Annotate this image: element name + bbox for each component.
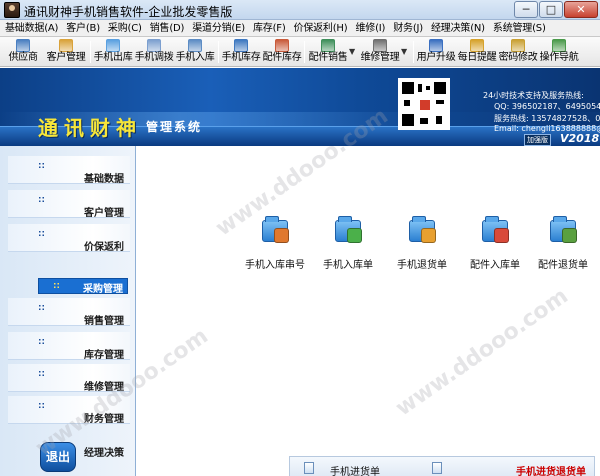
grid-dots-icon xyxy=(38,162,45,169)
qr-logo xyxy=(418,98,432,112)
toolbar-supplier-button[interactable]: 供应商 xyxy=(6,38,40,66)
phone-stock-icon xyxy=(234,39,248,52)
hotline-heading: 24小时技术支持及服务热线: xyxy=(483,91,584,100)
parts-inbound-order-icon xyxy=(480,214,510,244)
close-button[interactable]: ✕ xyxy=(564,1,598,18)
quick-links-panel: 手机进货单 手机进货退货单 xyxy=(289,456,595,476)
phone-return-order-button[interactable]: 手机退货单 xyxy=(390,214,454,271)
toolbar-phone-transfer-button[interactable]: 手机调拨 xyxy=(134,38,174,66)
sidebar-item-purchase[interactable]: 采购管理 xyxy=(38,278,128,295)
title-bar: 通讯财神手机销售软件-企业批发零售版 ─ □ ✕ xyxy=(0,0,600,20)
menu-sales[interactable]: 销售(D) xyxy=(147,20,188,36)
menu-price-rebate[interactable]: 价保返利(H) xyxy=(291,20,351,36)
qq-number: QQ: 396502187、649505444 xyxy=(494,102,600,111)
menu-system-management[interactable]: 系统管理(S) xyxy=(490,20,549,36)
toolbar-separator xyxy=(90,41,91,63)
phone-purchase-return-link[interactable]: 手机进货退货单 xyxy=(516,463,586,476)
supplier-icon xyxy=(16,39,30,52)
version-label: V2018 xyxy=(560,132,600,145)
menu-repair[interactable]: 维修(I) xyxy=(352,20,388,36)
toolbar-navigation-button[interactable]: 操作导航 xyxy=(539,38,579,66)
maximize-button[interactable]: □ xyxy=(539,1,563,18)
sidebar-item-inventory[interactable]: 库存管理 xyxy=(8,332,130,361)
grid-dots-icon xyxy=(38,402,45,409)
grid-dots-icon xyxy=(38,230,45,237)
toolbar-phone-stock-button[interactable]: 手机库存 xyxy=(221,38,261,66)
grid-dots-icon xyxy=(38,370,45,377)
repair-icon xyxy=(373,39,387,52)
toolbar-upgrade-button[interactable]: 用户升级 xyxy=(416,38,456,66)
customer-icon xyxy=(59,39,73,52)
upgrade-icon xyxy=(429,39,443,52)
minimize-button[interactable]: ─ xyxy=(514,1,538,18)
exit-button[interactable]: 退出 xyxy=(40,442,76,472)
toolbar-phone-in-button[interactable]: 手机入库 xyxy=(175,38,215,66)
logo-subtitle: 管理系统 xyxy=(146,120,203,134)
toolbar-reminder-button[interactable]: 每日提醒 xyxy=(457,38,497,66)
menu-purchase[interactable]: 采购(C) xyxy=(105,20,145,36)
menu-inventory[interactable]: 库存(F) xyxy=(250,20,289,36)
edition-badge: 加强版 xyxy=(524,134,551,146)
toolbar-customer-button[interactable]: 客户管理 xyxy=(44,38,88,66)
phone-return-order-icon xyxy=(407,214,437,244)
sidebar-item-basic-data[interactable]: 基础数据 xyxy=(8,156,130,185)
parts-return-order-button[interactable]: 配件退货单 xyxy=(531,214,595,271)
toolbar-parts-sale-button[interactable]: 配件销售 xyxy=(308,38,348,66)
phone-purchase-order-link[interactable]: 手机进货单 xyxy=(330,463,380,476)
logo-title: 通讯财神 xyxy=(38,116,142,140)
sidebar-item-price-rebate[interactable]: 价保返利 xyxy=(8,224,130,253)
sidebar-item-finance[interactable]: 财务管理 xyxy=(8,396,130,425)
document-icon xyxy=(304,462,314,474)
grid-dots-icon xyxy=(53,282,60,289)
password-icon xyxy=(511,39,525,52)
sidebar-item-customer[interactable]: 客户管理 xyxy=(8,190,130,219)
toolbar-separator xyxy=(218,41,219,63)
sidebar: 基础数据 客户管理 价保返利 采购管理 销售管理 库存管理 维修管理 财务管理 … xyxy=(0,146,136,476)
document-icon xyxy=(432,462,442,474)
grid-dots-icon xyxy=(38,338,45,345)
chevron-down-icon[interactable]: ▼ xyxy=(401,47,407,56)
phone-inbound-serial-icon xyxy=(260,214,290,244)
menu-channel-distribution[interactable]: 渠道分销(E) xyxy=(189,20,248,36)
phone-transfer-icon xyxy=(147,39,161,52)
sidebar-item-manager-decision[interactable]: 经理决策 xyxy=(84,444,124,459)
navigation-icon xyxy=(552,39,566,52)
chevron-down-icon[interactable]: ▼ xyxy=(349,47,355,56)
app-icon xyxy=(4,2,20,18)
grid-dots-icon xyxy=(38,304,45,311)
parts-stock-icon xyxy=(275,39,289,52)
parts-sale-icon xyxy=(321,39,335,52)
phone-out-icon xyxy=(106,39,120,52)
phone-inbound-serial-button[interactable]: 手机入库串号 xyxy=(243,214,307,271)
toolbar-parts-stock-button[interactable]: 配件库存 xyxy=(262,38,302,66)
reminder-icon xyxy=(470,39,484,52)
window-title: 通讯财神手机销售软件-企业批发零售版 xyxy=(24,5,233,19)
parts-inbound-order-button[interactable]: 配件入库单 xyxy=(463,214,527,271)
toolbar-phone-out-button[interactable]: 手机出库 xyxy=(93,38,133,66)
phone-inbound-order-button[interactable]: 手机入库单 xyxy=(316,214,380,271)
menu-bar: 基础数据(A) 客户(B) 采购(C) 销售(D) 渠道分销(E) 库存(F) 价保返利(H… xyxy=(0,20,600,37)
menu-customer[interactable]: 客户(B) xyxy=(63,20,103,36)
toolbar: 供应商 客户管理 手机出库 手机调拨 手机入库 手机库存 配件库存 配件销售 ▼… xyxy=(0,37,600,67)
main-content: 手机入库串号 手机入库单 手机退货单 配件入库单 配件退货单 手机进货单 手机进… xyxy=(137,146,600,476)
phone-inbound-order-icon xyxy=(333,214,363,244)
toolbar-password-button[interactable]: 密码修改 xyxy=(498,38,538,66)
toolbar-repair-button[interactable]: 维修管理 xyxy=(360,38,400,66)
qr-code xyxy=(398,78,450,130)
sidebar-item-sales[interactable]: 销售管理 xyxy=(8,298,130,327)
service-hotline: 服务热线: 13574827528、073 xyxy=(494,114,600,123)
parts-return-order-icon xyxy=(548,214,578,244)
toolbar-separator xyxy=(304,41,305,63)
menu-finance[interactable]: 财务(J) xyxy=(390,20,426,36)
menu-basic-data[interactable]: 基础数据(A) xyxy=(2,20,61,36)
phone-in-icon xyxy=(188,39,202,52)
toolbar-separator xyxy=(413,41,414,63)
grid-dots-icon xyxy=(38,196,45,203)
sidebar-item-repair[interactable]: 维修管理 xyxy=(8,364,130,393)
menu-manager-decision[interactable]: 经理决策(N) xyxy=(428,20,488,36)
